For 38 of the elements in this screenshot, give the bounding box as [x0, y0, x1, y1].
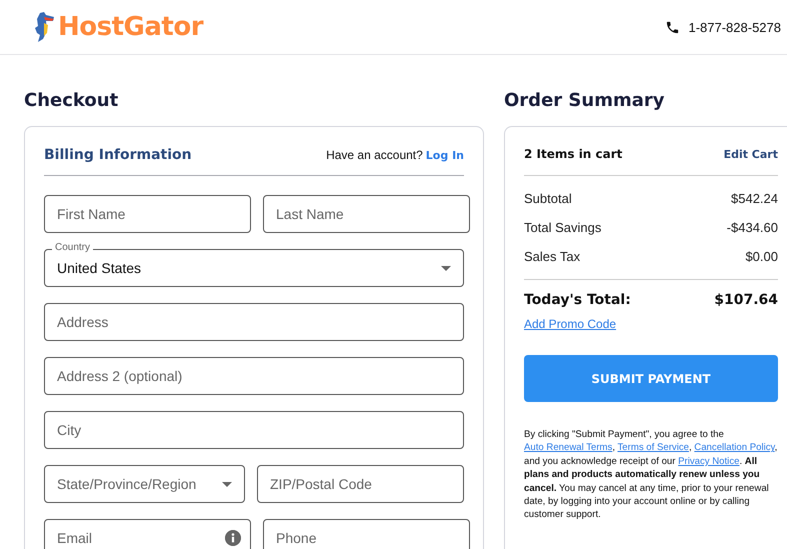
text-field[interactable]: Email: [44, 519, 251, 549]
line-label: Total Savings: [524, 220, 602, 235]
cart-count: 2 Items in cart: [524, 147, 622, 161]
line-label: Subtotal: [524, 191, 572, 206]
page-title: Checkout: [24, 89, 120, 113]
edit-cart-link[interactable]: Edit Cart: [724, 148, 778, 160]
submit-payment-button[interactable]: SUBMIT PAYMENT: [524, 355, 778, 402]
login-link[interactable]: Log In: [426, 149, 464, 162]
gator-mascot-icon: [34, 11, 56, 43]
line-amount: -$434.60: [726, 220, 778, 235]
phone-icon: [665, 20, 680, 34]
text-field[interactable]: Address 2 (optional): [44, 357, 464, 395]
legal-text: By clicking "Submit Payment", you agree to the Auto Renewal Terms, Terms of Service, Cancellation Policy, and you acknowledge receipt of our Privacy Notice. All plans and products automatically renew unless you cancel. You may cancel at any time, prior to your renewal date, by logging into your account online or by calling customer support.: [524, 428, 778, 522]
caret-icon: [441, 266, 451, 270]
logo-text[interactable]: HostGator: [58, 12, 204, 42]
section-title: Billing Information: [44, 147, 192, 163]
policy-link[interactable]: Auto Renewal Terms: [524, 442, 612, 454]
line-amount: $0.00: [745, 249, 778, 264]
policy-link[interactable]: Terms of Service: [618, 442, 689, 454]
phone-number[interactable]: 1-877-828-5278: [688, 20, 781, 34]
policy-link[interactable]: Cancellation Policy: [694, 442, 775, 454]
account-prompt: Have an account? Log In: [326, 148, 464, 162]
select-field[interactable]: State/Province/Region: [44, 465, 245, 503]
text-field[interactable]: ZIP/Postal Code: [257, 465, 464, 503]
total-amount: $107.64: [714, 292, 778, 308]
section-title: Order Summary: [504, 89, 666, 113]
text-field[interactable]: First Name: [44, 195, 251, 233]
line-label: Sales Tax: [524, 249, 580, 264]
text-field[interactable]: Last Name: [263, 195, 470, 233]
text-field[interactable]: Address: [44, 303, 464, 341]
promo-code-link[interactable]: Add Promo Code: [524, 317, 616, 331]
total-label: Today's Total:: [524, 292, 631, 308]
text-field[interactable]: Phone: [263, 519, 470, 549]
field-label: Country: [52, 242, 94, 254]
line-amount: $542.24: [731, 191, 778, 206]
policy-link[interactable]: Privacy Notice: [678, 456, 740, 467]
text-field[interactable]: City: [44, 411, 464, 449]
caret-icon: [222, 482, 232, 486]
